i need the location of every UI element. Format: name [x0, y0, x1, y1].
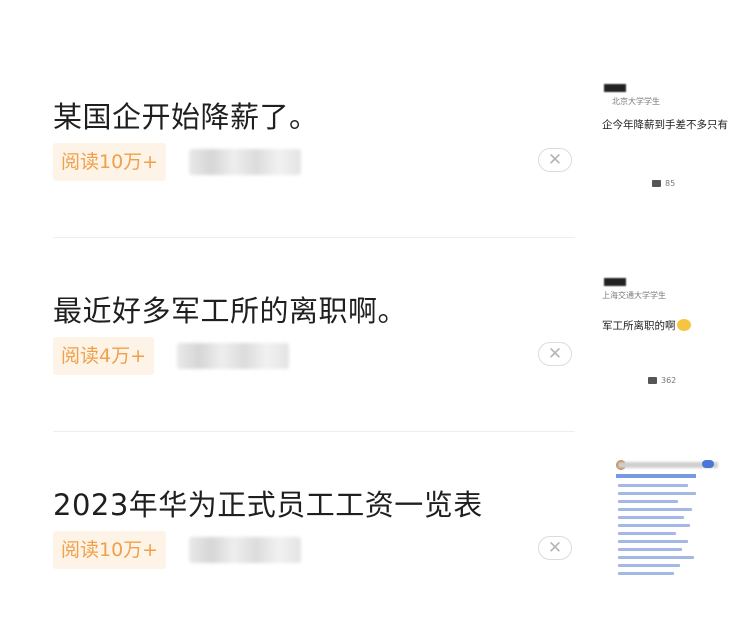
- thumbnail-doc-line: [618, 540, 688, 543]
- comment-icon: [648, 377, 657, 384]
- dismiss-button[interactable]: ✕: [538, 536, 572, 560]
- read-count-badge: 阅读10万+: [53, 531, 167, 569]
- article-title[interactable]: 最近好多军工所的离职啊。: [53, 288, 407, 330]
- thumbnail-username-blurred: [604, 278, 626, 286]
- comment-count: 85: [665, 179, 676, 188]
- article-meta: 阅读10万+: [53, 143, 573, 181]
- article-meta: 阅读4万+: [53, 337, 573, 375]
- author-name-blurred: [177, 343, 289, 369]
- author-name-blurred: [189, 537, 301, 563]
- article-thumbnail[interactable]: 上海交通大学学生 军工所离职的啊 362: [598, 270, 728, 402]
- dismiss-button[interactable]: ✕: [538, 342, 572, 366]
- thumbnail-username-blurred: [604, 84, 626, 92]
- thumbnail-doc-line: [618, 516, 684, 519]
- close-icon: ✕: [547, 343, 563, 364]
- thumbnail-doc-line: [618, 524, 690, 527]
- thumbnail-doc-line: [618, 572, 674, 575]
- article-thumbnail[interactable]: 北京大学学生 企今年降薪到手差不多只有去 85: [598, 76, 728, 208]
- comment-icon: [652, 180, 661, 187]
- thumbnail-doc-line: [618, 532, 676, 535]
- close-icon: ✕: [547, 149, 563, 170]
- article-title[interactable]: 2023年华为正式员工工资一览表: [53, 482, 483, 524]
- thumbnail-doc-line: [618, 564, 680, 567]
- thumbnail-doc-line: [618, 548, 682, 551]
- close-icon: ✕: [547, 537, 563, 558]
- thumbnail-doc-line: [618, 500, 678, 503]
- thumbnail-school: 上海交通大学学生: [602, 291, 666, 300]
- thumbnail-school: 北京大学学生: [612, 97, 660, 106]
- article-meta: 阅读10万+: [53, 531, 573, 569]
- thumbnail-snippet: 企今年降薪到手差不多只有去: [602, 119, 728, 131]
- thumbnail-doc-line: [618, 556, 694, 559]
- read-count-badge: 阅读4万+: [53, 337, 155, 375]
- article-thumbnail[interactable]: [598, 458, 728, 590]
- thumbnail-snippet: 军工所离职的啊: [602, 318, 691, 333]
- thumbnail-badge: [702, 460, 714, 468]
- feed-item[interactable]: 某国企开始降薪了。 阅读10万+ ✕ 北京大学学生 企今年降薪到手差不多只有去 …: [0, 44, 753, 238]
- feed-item[interactable]: 最近好多军工所的离职啊。 阅读4万+ ✕ 上海交通大学学生 军工所离职的啊 36…: [0, 238, 753, 432]
- author-name-blurred: [189, 149, 301, 175]
- feed-item[interactable]: 2023年华为正式员工工资一览表 阅读10万+ ✕: [0, 432, 753, 626]
- dismiss-button[interactable]: ✕: [538, 148, 572, 172]
- comment-count: 362: [661, 376, 677, 385]
- thumbnail-doc-line: [618, 492, 696, 495]
- thumbnail-doc-line: [618, 508, 692, 511]
- thumbnail-comment-count: 85: [652, 179, 675, 188]
- thumbnail-doc-line: [618, 484, 688, 487]
- laughing-emoji-icon: [676, 319, 691, 331]
- read-count-badge: 阅读10万+: [53, 143, 167, 181]
- thumbnail-comment-count: 362: [648, 376, 676, 385]
- thumbnail-doc-title: [616, 474, 696, 478]
- article-title[interactable]: 某国企开始降薪了。: [53, 94, 319, 136]
